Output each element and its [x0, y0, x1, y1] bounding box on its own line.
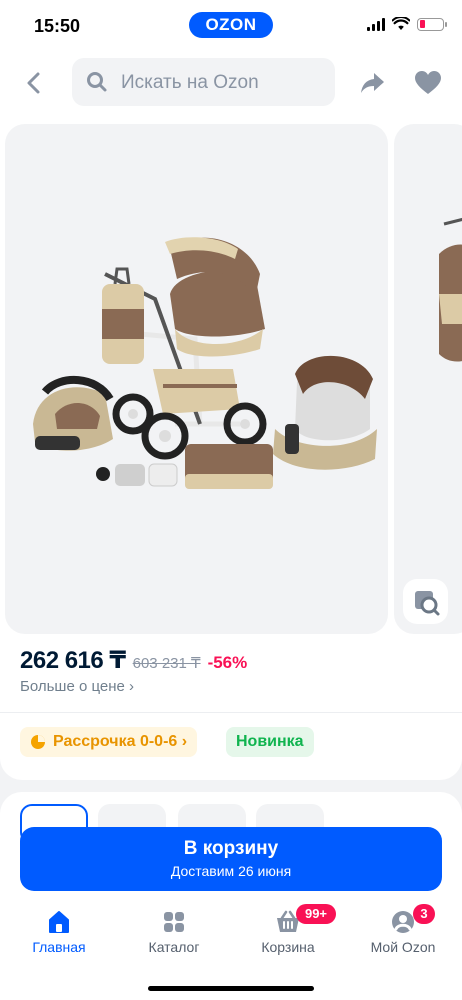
tab-my-ozon[interactable]: Мой Ozon: [348, 905, 458, 961]
installment-chip[interactable]: Рассрочка 0-0-6 ›: [20, 727, 198, 757]
home-indicator: [148, 986, 314, 991]
search-icon: [87, 72, 107, 92]
tab-my-ozon-label: Мой Ozon: [370, 939, 436, 955]
tab-catalog-label: Каталог: [148, 939, 200, 955]
status-time: 15:50: [34, 16, 81, 36]
status-icons: [367, 17, 447, 31]
back-arrow-icon[interactable]: [20, 69, 48, 97]
top-header: Искать на Ozon: [0, 52, 462, 116]
product-image-next[interactable]: [394, 124, 462, 634]
stroller-illustration-partial: [439, 217, 462, 362]
price-row: 262 616 ₸ 603 231 ₸ -56%: [20, 646, 247, 675]
favorite-heart-icon[interactable]: [413, 68, 443, 98]
search-input[interactable]: Искать на Ozon: [72, 58, 335, 106]
wifi-icon: [392, 17, 410, 30]
divider: [0, 712, 462, 713]
more-about-price-link[interactable]: Больше о цене ›: [20, 678, 134, 695]
discount-percent: -56%: [207, 653, 248, 672]
status-bar: 15:50 OZON: [0, 0, 462, 52]
battery-icon: [417, 17, 447, 31]
add-to-cart-button[interactable]: В корзину Доставим 26 июня: [20, 827, 442, 891]
new-badge: Новинка: [226, 727, 314, 757]
tab-home-label: Главная: [32, 939, 86, 955]
old-price: 603 231 ₸: [132, 655, 201, 672]
product-image[interactable]: [5, 124, 388, 634]
installment-clock-icon: [31, 735, 45, 749]
add-to-cart-label: В корзину: [183, 838, 279, 859]
ozon-logo[interactable]: OZON: [189, 12, 273, 38]
tab-cart-label: Корзина: [261, 939, 315, 955]
tab-catalog[interactable]: Каталог: [119, 905, 229, 961]
installment-label: Рассрочка 0-0-6 ›: [53, 733, 188, 750]
cellular-signal-icon: [367, 17, 385, 31]
profile-notification-badge: 3: [413, 904, 435, 924]
cart-count-badge: 99+: [296, 904, 336, 924]
search-placeholder: Искать на Ozon: [121, 72, 259, 93]
tab-home[interactable]: Главная: [4, 905, 114, 961]
share-icon[interactable]: [358, 68, 388, 98]
delivery-date-label: Доставим 26 июня: [170, 863, 292, 879]
home-icon: [49, 911, 69, 933]
catalog-icon: [164, 912, 184, 932]
stroller-illustration: [33, 237, 377, 489]
image-search-icon: [415, 591, 440, 616]
current-price: 262 616 ₸: [20, 647, 126, 674]
visual-search-button[interactable]: [403, 579, 448, 624]
